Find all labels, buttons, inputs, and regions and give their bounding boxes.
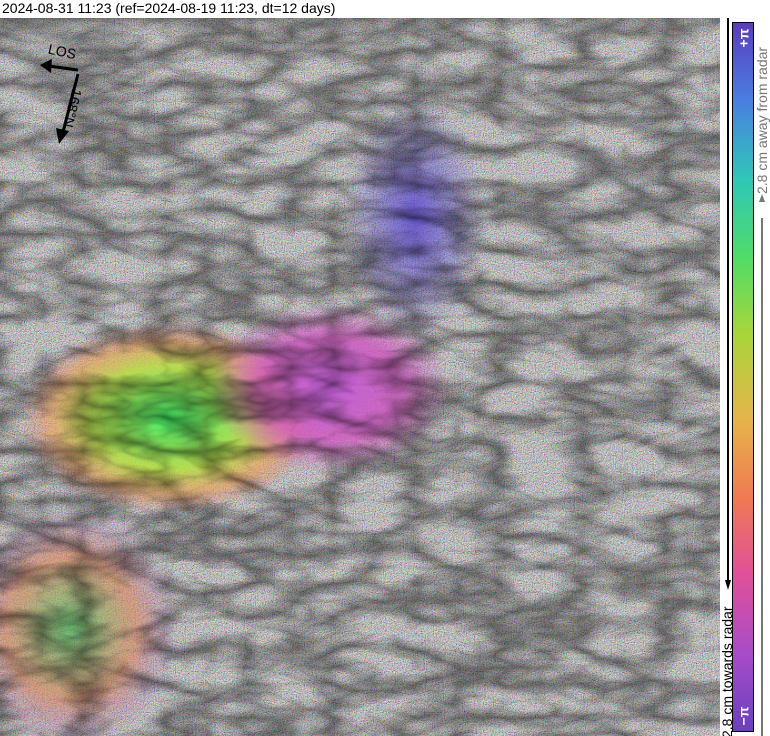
terrain-shading [0,18,720,736]
towards-label: 2.8 cm towards radar [719,606,735,736]
away-label: 2.8 cm away from radar [754,47,770,194]
interferogram-map: LOS 168°N [0,18,720,736]
away-arrow-icon [759,194,765,202]
towards-arrow-icon [725,580,731,590]
image-title: 2024-08-31 11:23 (ref=2024-08-19 11:23, … [2,0,336,16]
interferogram-image: LOS 168°N [0,18,720,736]
colorbar-axis: 2.8 cm away from radar 2.8 cm towards ra… [719,18,770,736]
